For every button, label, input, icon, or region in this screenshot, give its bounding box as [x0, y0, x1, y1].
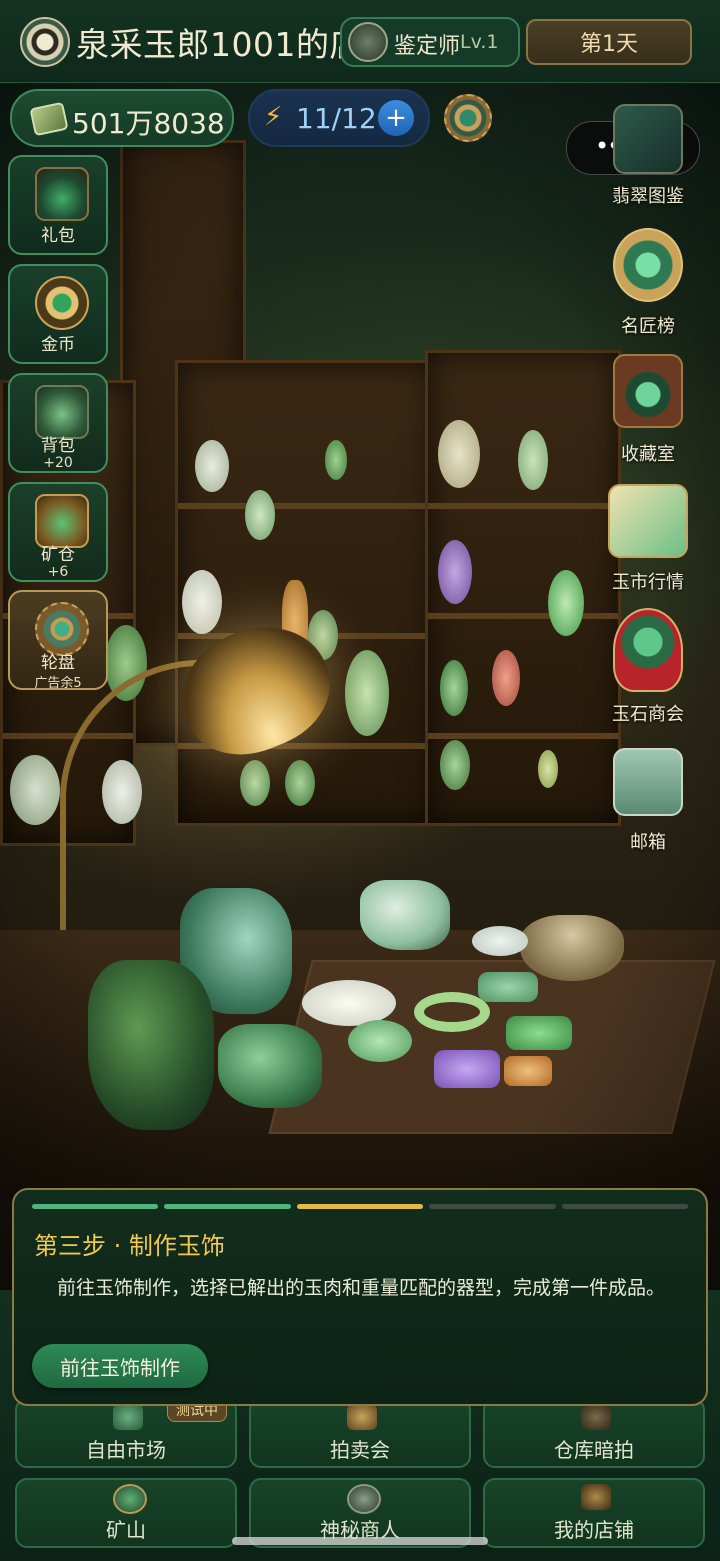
shop-icon — [581, 1484, 611, 1510]
cash-icon — [29, 101, 69, 137]
step-progress-segment — [32, 1204, 159, 1209]
mine-icon — [113, 1484, 147, 1514]
energy-display[interactable]: ⚡ 11/12 + — [248, 89, 430, 147]
step-progress-segment — [429, 1204, 556, 1209]
energy-value: 11/12 — [296, 102, 377, 135]
right-menu-label: 玉石商会 — [612, 704, 684, 725]
step-progress-segment — [296, 1204, 424, 1209]
my-shop-button[interactable]: 我的店铺 — [483, 1478, 705, 1548]
gold-coin-icon — [35, 276, 89, 330]
backpack-count-badge: +20 — [43, 455, 73, 471]
add-energy-button[interactable]: + — [378, 100, 414, 136]
left-menu-gift-pack[interactable]: 礼包 — [8, 155, 108, 255]
warehouse-icon — [581, 1404, 611, 1430]
treasure-chest-icon — [35, 167, 89, 221]
merchant-icon — [347, 1484, 381, 1514]
top-bar: 泉采玉郎1001的店 鉴定师 Lv.1 第1天 — [0, 0, 720, 83]
day-counter-button[interactable]: 第1天 — [526, 19, 692, 65]
money-value: 501万8038 — [72, 107, 225, 140]
right-menu-label: 玉市行情 — [612, 572, 684, 593]
right-menu-jade-catalog[interactable]: 翡翠图鉴 — [598, 104, 698, 208]
grid-button-label: 仓库暗拍 — [554, 1438, 634, 1462]
right-menu-jade-market[interactable]: 玉市行情 — [598, 484, 698, 594]
left-menu-label: 礼包 — [41, 226, 75, 246]
right-menu-label: 名匠榜 — [621, 316, 675, 337]
right-menu-jade-guild[interactable]: 玉石商会 — [598, 608, 698, 726]
right-menu-collection-room[interactable]: 收藏室 — [598, 354, 698, 466]
market-stall-icon — [113, 1404, 143, 1430]
trophy-icon — [613, 228, 683, 302]
appraiser-role: 鉴定师 — [394, 34, 461, 59]
free-market-button[interactable]: 测试中 自由市场 — [15, 1398, 237, 1468]
left-menu-label: 金币 — [41, 335, 75, 355]
settings-gear-icon[interactable] — [444, 94, 492, 142]
left-menu-label: 矿仓 — [41, 545, 75, 565]
appraiser-avatar-icon — [348, 22, 388, 62]
mail-envelope-icon — [613, 748, 683, 816]
right-menu-master-ranking[interactable]: 名匠榜 — [598, 228, 698, 338]
left-menu-backpack[interactable]: 背包 +20 — [8, 373, 108, 473]
right-menu-label: 邮箱 — [630, 832, 666, 853]
grid-button-label: 我的店铺 — [554, 1518, 634, 1542]
tutorial-guide-dialog: 第三步 · 制作玉饰 前往玉饰制作，选择已解出的玉肉和重量匹配的器型，完成第一件… — [12, 1188, 708, 1406]
right-menu-label: 收藏室 — [621, 444, 675, 465]
shop-title: 泉采玉郎1001的店 — [76, 25, 363, 64]
ads-remaining-badge: 广告余5 — [34, 676, 82, 691]
home-indicator[interactable] — [232, 1537, 488, 1545]
left-menu-gold-coins[interactable]: 金币 — [8, 264, 108, 364]
display-cabinet-icon — [613, 354, 683, 428]
warehouse-blind-auction-button[interactable]: 仓库暗拍 — [483, 1398, 705, 1468]
mine-button[interactable]: 矿山 — [15, 1478, 237, 1548]
appraiser-level-badge[interactable]: 鉴定师 Lv.1 — [340, 17, 520, 67]
right-menu-label: 翡翠图鉴 — [612, 186, 684, 207]
guide-title: 第三步 · 制作玉饰 — [34, 1232, 225, 1260]
left-menu-mine-storage[interactable]: 矿仓 +6 — [8, 482, 108, 582]
step-progress-segment — [164, 1204, 291, 1209]
grid-button-label: 矿山 — [106, 1518, 146, 1542]
guide-description: 前往玉饰制作，选择已解出的玉肉和重量匹配的器型，完成第一件成品。 — [56, 1277, 665, 1299]
left-menu-roulette[interactable]: 轮盘 广告余5 — [8, 590, 108, 691]
left-menu-label: 背包 — [41, 436, 75, 456]
gavel-icon — [347, 1404, 377, 1430]
market-trend-icon — [608, 484, 688, 558]
grid-button-label: 自由市场 — [86, 1438, 166, 1462]
go-jade-crafting-button[interactable]: 前往玉饰制作 — [32, 1344, 208, 1388]
grid-button-label: 拍卖会 — [330, 1438, 390, 1462]
jade-catalog-book-icon — [613, 104, 683, 174]
left-menu-label: 轮盘 — [41, 653, 75, 673]
jade-knot-icon — [613, 608, 683, 692]
appraiser-level: Lv.1 — [460, 31, 499, 53]
step-progress-bar — [32, 1204, 689, 1210]
lightning-icon: ⚡ — [264, 102, 283, 132]
right-menu-mailbox[interactable]: 邮箱 — [598, 748, 698, 854]
shop-logo-icon[interactable] — [20, 17, 70, 67]
money-display[interactable]: 501万8038 — [10, 89, 234, 147]
auction-button[interactable]: 拍卖会 — [249, 1398, 471, 1468]
step-progress-segment — [561, 1204, 689, 1209]
mine-storage-count-badge: +6 — [47, 564, 69, 580]
